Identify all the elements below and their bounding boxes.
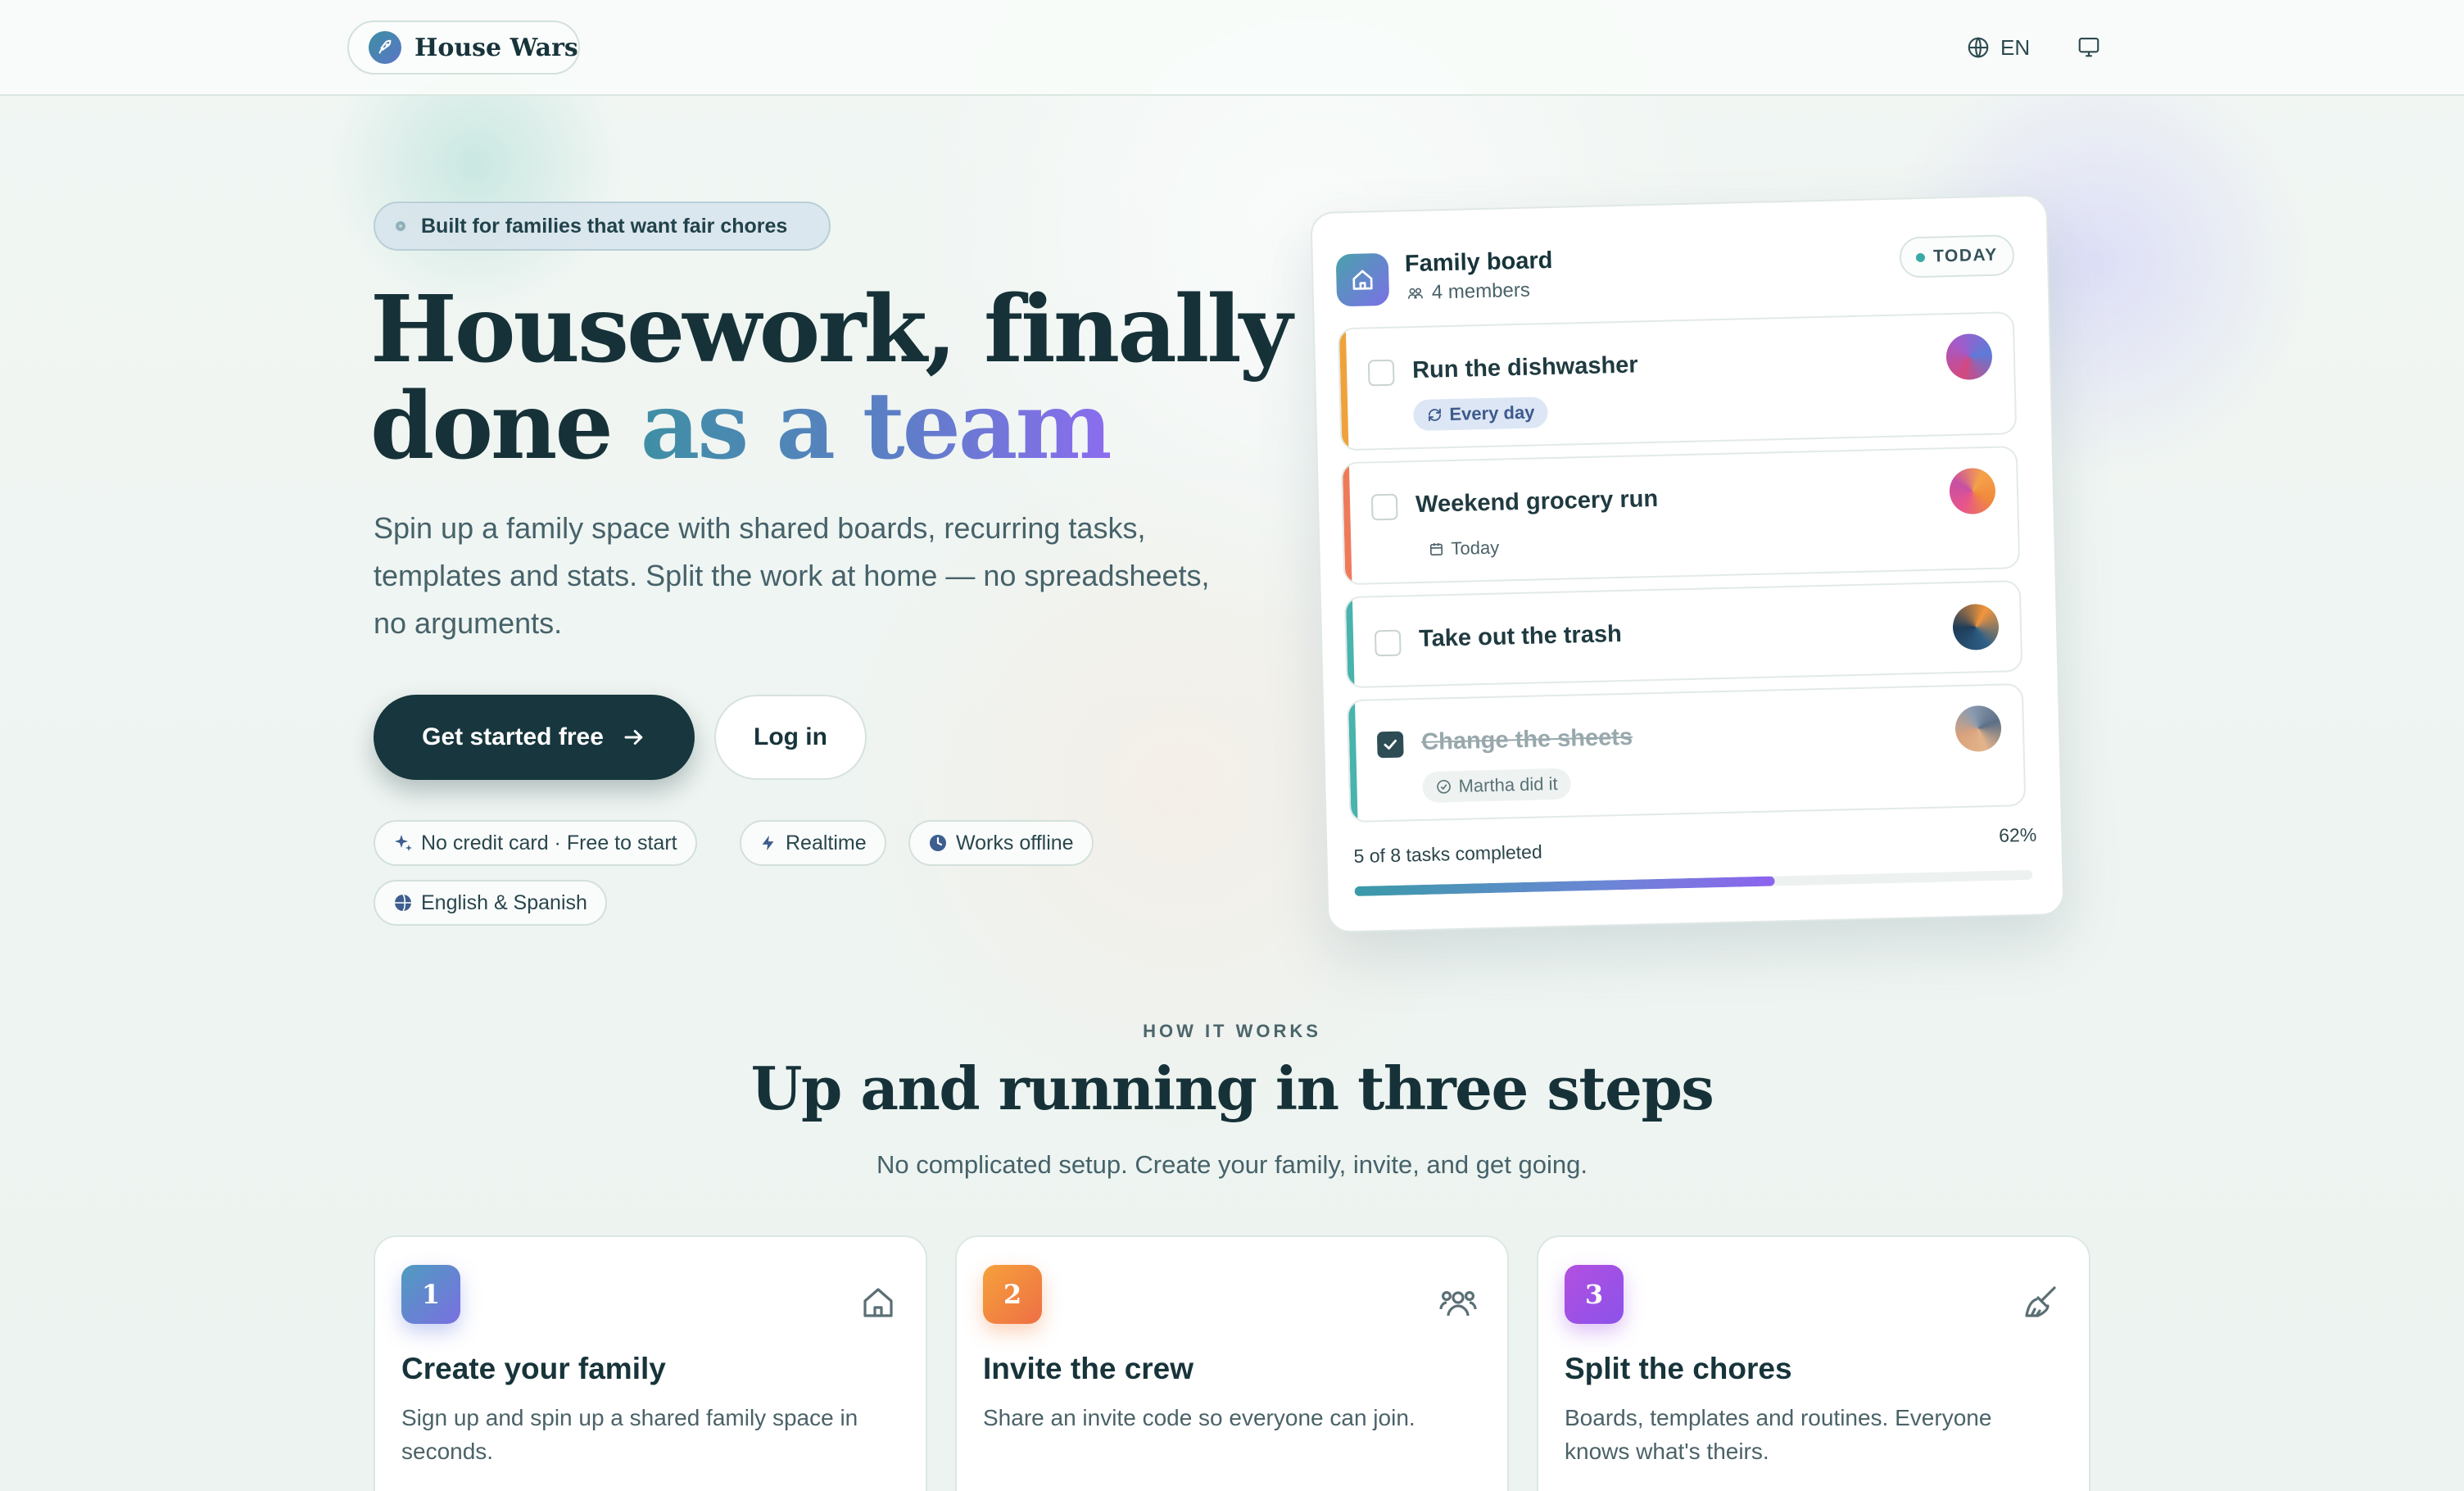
top-navigation: House Wars EN [0, 0, 2464, 96]
task-priority-stripe [1338, 329, 1349, 450]
today-badge: TODAY [1899, 234, 2015, 279]
task-priority-stripe [1348, 700, 1358, 822]
task-name: Take out the trash [1418, 620, 1623, 653]
language-label: EN [2000, 34, 2031, 60]
avatar [1945, 333, 1993, 381]
status-dot-icon [392, 217, 410, 235]
step-description: Boards, templates and routines. Everyone… [1565, 1405, 1992, 1464]
progress-bar [1354, 869, 2033, 897]
feature-chip-label: No credit card · Free to start [421, 831, 677, 854]
step-number-badge: 1 [401, 1265, 460, 1324]
task-card[interactable]: Weekend grocery run Today [1340, 446, 2021, 586]
step-title: Invite the crew [983, 1352, 1194, 1385]
task-priority-stripe [1342, 464, 1352, 584]
task-tag-label: Martha did it [1458, 773, 1558, 796]
board-members: 4 members [1406, 279, 1531, 306]
login-button[interactable]: Log in [714, 695, 867, 780]
step-description: Sign up and spin up a shared family spac… [401, 1405, 858, 1464]
task-card[interactable]: Change the sheets Martha did it [1346, 683, 2027, 823]
progress-percent: 62% [1998, 823, 2037, 846]
step-title: Split the chores [1565, 1352, 1792, 1385]
progress-bar-fill [1354, 876, 1776, 897]
family-board-preview: Family board 4 members TODAY Run the dis… [1310, 194, 2065, 933]
arrow-right-icon [624, 730, 643, 745]
task-checkbox[interactable] [1374, 629, 1402, 657]
board-title: Family board [1404, 247, 1553, 278]
hero-tagline-text: Built for families that want fair chores [421, 214, 788, 238]
task-name: Change the sheets [1420, 723, 1633, 755]
monitor-icon [2078, 37, 2099, 57]
progress-label: 5 of 8 tasks completed [1353, 841, 1542, 868]
avatar [1954, 705, 2002, 753]
members-count: 4 members [1431, 279, 1531, 304]
users-icon [1439, 1291, 1477, 1317]
repeat-icon [1428, 408, 1442, 422]
feature-chip-realtime: Realtime [740, 820, 886, 866]
hero-title-line2: done [370, 373, 641, 480]
hero-title-line1: Housework, finally [370, 276, 1293, 383]
task-card[interactable]: Take out the trash [1343, 580, 2023, 689]
feature-chip-label: Realtime [786, 831, 867, 854]
broom-icon [2025, 1286, 2056, 1317]
checkmark-icon [1384, 739, 1397, 750]
globe-icon [395, 894, 411, 912]
task-due-tag: Today [1416, 532, 1513, 565]
task-checkbox[interactable] [1367, 359, 1395, 387]
feature-chip-label: Works offline [956, 831, 1074, 854]
step-card-split-chores: 3 Split the chores Boards, templates and… [1537, 1235, 2090, 1491]
task-tag-label: Every day [1449, 401, 1535, 425]
step-description: Share an invite code so everyone can joi… [983, 1405, 1415, 1430]
get-started-button[interactable]: Get started free [374, 695, 695, 780]
bolt-icon [762, 835, 774, 851]
brand-logo-link[interactable]: House Wars [347, 20, 580, 75]
step-title: Create your family [401, 1352, 666, 1385]
section-title: Up and running in three steps [750, 1054, 1714, 1123]
section-subtitle: No complicated setup. Create your family… [876, 1150, 1588, 1179]
feature-chip-free: No credit card · Free to start [374, 820, 697, 866]
step-card-create-family: 1 Create your family Sign up and spin up… [374, 1235, 927, 1491]
task-completed-tag: Martha did it [1422, 768, 1572, 803]
get-started-label: Get started free [422, 723, 604, 750]
task-checkbox-checked[interactable] [1376, 731, 1404, 759]
today-label: TODAY [1932, 245, 1999, 266]
task-name: Weekend grocery run [1415, 485, 1659, 519]
task-recurrence-tag: Every day [1413, 397, 1548, 432]
login-label: Log in [754, 723, 827, 750]
brand-name: House Wars [414, 33, 578, 62]
hero-title-accent: as a team [640, 373, 1112, 480]
calendar-icon [1429, 542, 1443, 556]
task-priority-stripe [1345, 598, 1355, 687]
task-tag-label: Today [1451, 537, 1500, 560]
hero-subtitle: Spin up a family space with shared board… [374, 511, 1210, 640]
home-icon [863, 1288, 893, 1317]
check-circle-icon [1437, 780, 1451, 794]
home-icon [1335, 252, 1390, 307]
hero-tagline-badge: Built for families that want fair chores [374, 202, 831, 251]
section-eyebrow: HOW IT WORKS [1143, 1021, 1321, 1041]
task-card[interactable]: Run the dishwasher Every day [1337, 311, 2018, 451]
task-checkbox[interactable] [1370, 493, 1398, 521]
task-name: Run the dishwasher [1411, 351, 1638, 384]
sparkle-icon [395, 835, 412, 851]
users-icon [1407, 288, 1424, 299]
feature-chip-label: English & Spanish [421, 891, 587, 914]
feature-chip-languages: English & Spanish [374, 880, 607, 926]
hero-title: Housework, finally done as a team [370, 282, 1320, 475]
avatar [1949, 467, 1996, 515]
step-number-badge: 3 [1565, 1265, 1624, 1324]
today-dot-icon [1915, 252, 1926, 262]
step-card-invite-crew: 2 Invite the crew Share an invite code s… [955, 1235, 1509, 1491]
theme-toggle-button[interactable] [2077, 34, 2101, 63]
avatar [1952, 603, 2000, 651]
feature-chip-offline: Works offline [908, 820, 1094, 866]
globe-icon [1968, 37, 1989, 58]
language-switcher[interactable]: EN [1966, 31, 2030, 64]
step-number-badge: 2 [983, 1265, 1042, 1324]
clock-icon [930, 835, 946, 851]
rocket-icon [369, 31, 401, 64]
